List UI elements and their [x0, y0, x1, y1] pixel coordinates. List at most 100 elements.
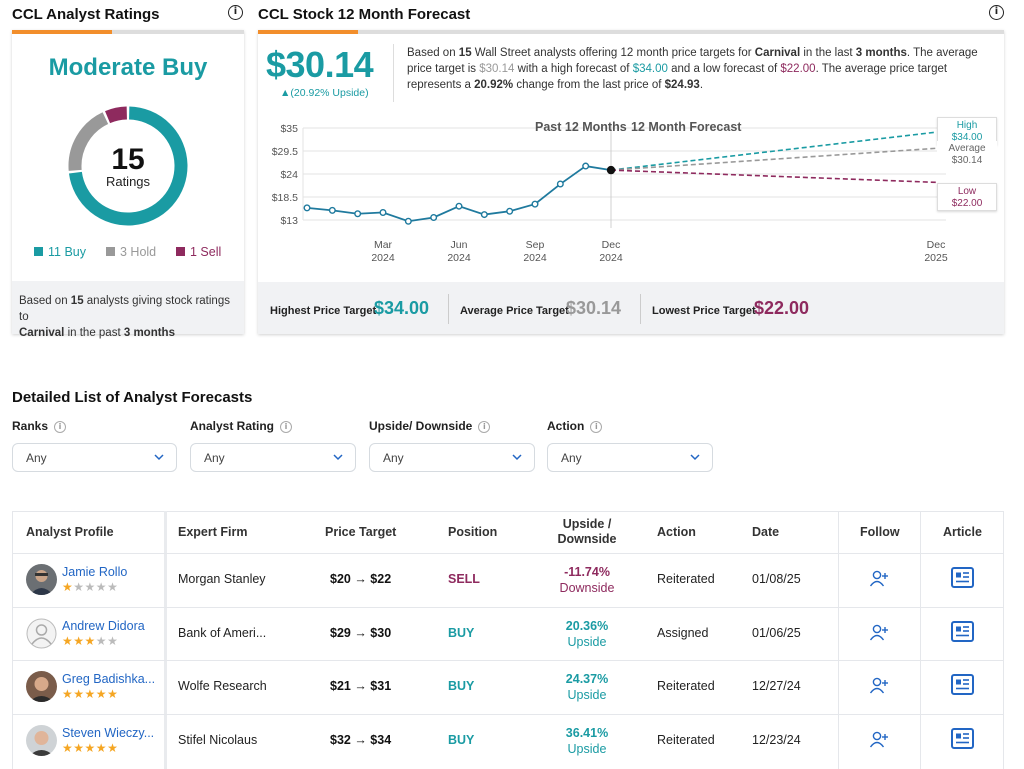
analyst-avatar[interactable]: [26, 618, 57, 649]
price-point[interactable]: [531, 200, 539, 208]
col-date[interactable]: Date: [752, 525, 779, 539]
chart-header-past: Past 12 Months: [535, 120, 627, 134]
price-point[interactable]: [430, 213, 438, 221]
article-icon[interactable]: [951, 567, 974, 593]
expert-firm: Bank of Ameri...: [178, 626, 267, 640]
col-article: Article: [943, 525, 982, 539]
x-tick-year: 2024: [599, 252, 623, 264]
price-point[interactable]: [354, 210, 362, 218]
col-action[interactable]: Action: [657, 525, 696, 539]
ratings-count: 15: [111, 143, 145, 176]
analyst-stars: ★★★★★: [62, 634, 118, 648]
forecast-description: Based on 15 Wall Street analysts offerin…: [407, 47, 978, 91]
article-icon[interactable]: [951, 674, 974, 700]
star-icon: ★: [107, 687, 119, 701]
analyst-avatar[interactable]: [26, 725, 57, 756]
filter-updown-select[interactable]: Any: [369, 443, 535, 472]
last-price-point[interactable]: [606, 165, 616, 175]
legend-buy: 11 Buy: [34, 245, 86, 259]
analyst-stars: ★★★★★: [62, 687, 118, 701]
analyst-name[interactable]: Andrew Didora: [62, 619, 145, 633]
x-tick-year: 2025: [924, 252, 948, 264]
expert-firm: Wolfe Research: [178, 679, 267, 693]
article-icon[interactable]: [951, 728, 974, 754]
position-badge: BUY: [448, 679, 475, 693]
analyst-name[interactable]: Greg Badishka...: [62, 672, 155, 686]
star-icon: ★: [62, 741, 74, 755]
price-point[interactable]: [303, 204, 311, 212]
price-point[interactable]: [582, 162, 590, 170]
x-tick-year: 2024: [371, 252, 395, 264]
chevron-down-icon: [333, 454, 343, 461]
highest-target-value: $34.00: [374, 298, 430, 318]
star-icon: ★: [95, 687, 108, 701]
star-icon: ★: [84, 634, 96, 648]
action: Reiterated: [657, 679, 715, 693]
price-point[interactable]: [404, 217, 412, 225]
price-point[interactable]: [556, 180, 564, 188]
price-point[interactable]: [506, 207, 514, 215]
forecast-title: CCL Stock 12 Month Forecast: [258, 6, 471, 23]
info-icon[interactable]: i: [590, 420, 603, 433]
col-follow: Follow: [860, 525, 900, 539]
info-icon[interactable]: i: [989, 5, 1004, 20]
col-expert-firm[interactable]: Expert Firm: [178, 525, 247, 539]
price-target: $32 → $34: [330, 733, 392, 747]
position-badge: BUY: [448, 733, 475, 747]
star-icon: ★: [84, 687, 96, 701]
analyst-name[interactable]: Steven Wieczy...: [62, 726, 154, 740]
date: 01/08/25: [752, 572, 801, 586]
filter-action-select[interactable]: Any: [547, 443, 713, 472]
follow-user-icon[interactable]: [869, 569, 889, 592]
star-icon: ★: [62, 687, 74, 701]
forecast-chart: $35$29.5$24$18.5$13Mar2024Jun2024Sep2024…: [272, 123, 948, 264]
star-icon: ★: [73, 580, 85, 594]
y-tick-label: $18.5: [272, 192, 298, 204]
x-tick-year: 2024: [523, 252, 547, 264]
follow-user-icon[interactable]: [869, 676, 889, 699]
col-position[interactable]: Position: [448, 525, 497, 539]
filter-ranks-label: Ranks i: [12, 419, 67, 433]
x-tick-year: 2024: [447, 252, 471, 264]
col-upside-downside[interactable]: Upside / Downside: [537, 517, 637, 547]
expert-firm: Stifel Nicolaus: [178, 733, 258, 747]
x-tick-month: Dec: [927, 239, 946, 251]
filter-action-label: Action i: [547, 419, 603, 433]
analyst-avatar[interactable]: [26, 564, 57, 595]
follow-user-icon[interactable]: [869, 623, 889, 646]
star-icon: ★: [73, 741, 85, 755]
info-icon[interactable]: i: [54, 420, 67, 433]
analyst-avatar[interactable]: [26, 671, 57, 702]
info-icon[interactable]: i: [280, 420, 293, 433]
star-icon: ★: [62, 580, 74, 594]
price-target: $20 → $22: [330, 572, 392, 586]
price-point[interactable]: [328, 206, 336, 214]
info-icon[interactable]: i: [228, 5, 243, 20]
forecast-card: $30.14 ▲(20.92% Upside) Based on 15 Wall…: [258, 30, 1004, 334]
chevron-down-icon: [690, 454, 700, 461]
follow-user-icon[interactable]: [869, 730, 889, 753]
star-icon: ★: [107, 634, 119, 648]
filter-ranks-select[interactable]: Any: [12, 443, 177, 472]
article-icon[interactable]: [951, 621, 974, 647]
detail-title: Detailed List of Analyst Forecasts: [12, 389, 253, 406]
upside-label: ▲(20.92% Upside): [280, 87, 369, 99]
date: 12/23/24: [752, 733, 801, 747]
info-icon[interactable]: i: [478, 420, 491, 433]
col-analyst-profile[interactable]: Analyst Profile: [26, 525, 114, 539]
analyst-name[interactable]: Jamie Rollo: [62, 565, 127, 579]
filter-rating-select[interactable]: Any: [190, 443, 356, 472]
price-point[interactable]: [455, 202, 463, 210]
filter-updown-label: Upside/ Downside i: [369, 419, 491, 433]
price-point[interactable]: [480, 211, 488, 219]
star-icon: ★: [84, 580, 96, 594]
analyst-stars: ★★★★★: [62, 580, 118, 594]
price-point[interactable]: [379, 208, 387, 216]
consensus-rating: Moderate Buy: [48, 54, 208, 81]
chevron-down-icon: [512, 454, 522, 461]
star-icon: ★: [73, 634, 85, 648]
low-target-label: Low $22.00: [937, 183, 997, 211]
upside-downside: 24.37% Upside: [565, 672, 609, 702]
col-price-target[interactable]: Price Target: [325, 525, 396, 539]
y-tick-label: $24: [280, 169, 298, 181]
